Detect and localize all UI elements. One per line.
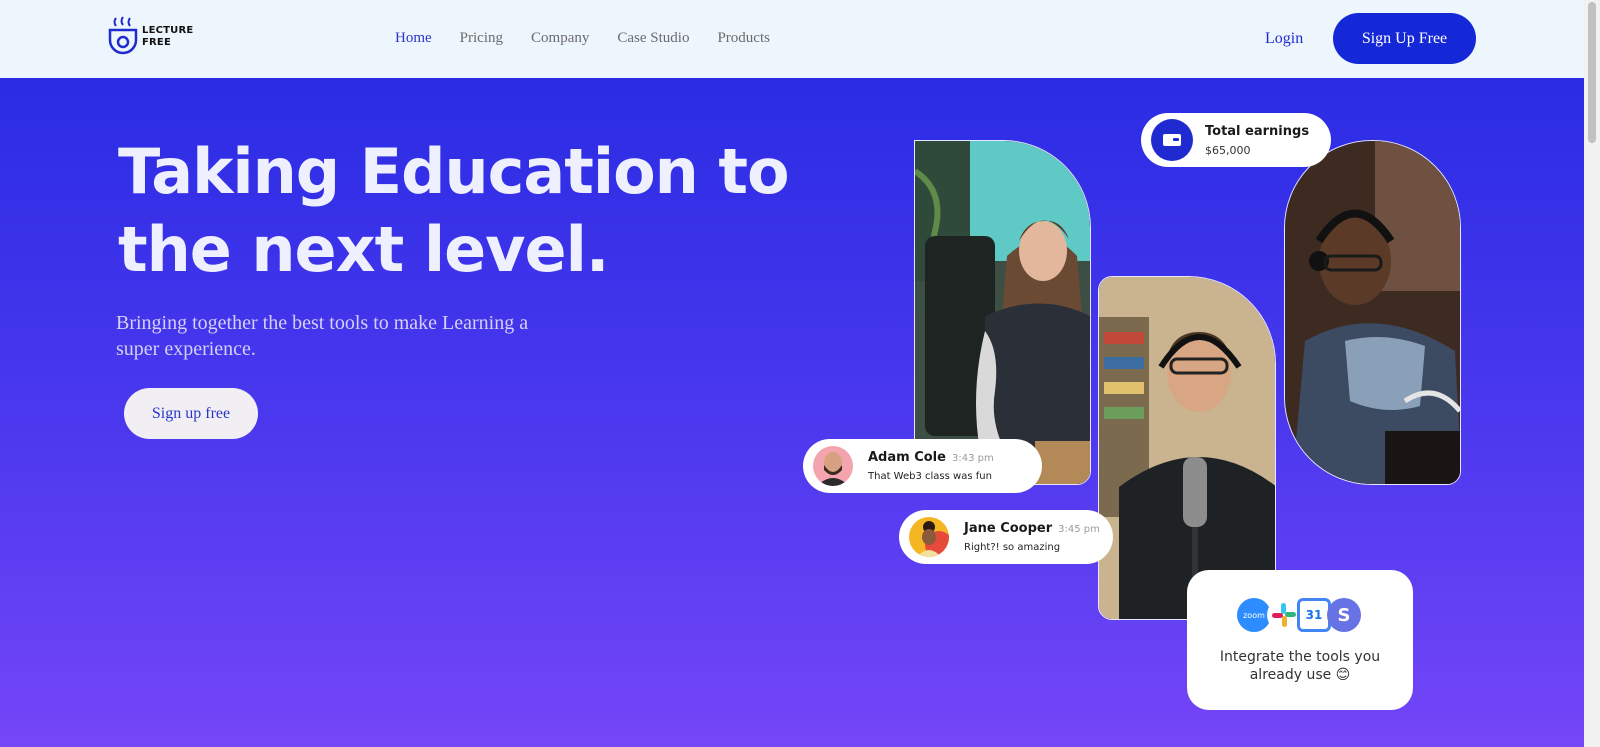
page-scrollbar[interactable] bbox=[1584, 0, 1600, 747]
photo-man-headphones bbox=[1284, 140, 1461, 485]
avatar-jane bbox=[909, 517, 949, 557]
tool-icons: zoom 31 S bbox=[1237, 598, 1361, 632]
nav-products[interactable]: Products bbox=[717, 30, 770, 47]
integrations-card: zoom 31 S Integrate the tools you alread… bbox=[1187, 570, 1413, 710]
chat-message: Jane Cooper 3:45 pm Right?! so amazing bbox=[899, 510, 1113, 564]
calendar-icon: 31 bbox=[1297, 598, 1331, 632]
logo[interactable]: LECTURE FREE bbox=[108, 16, 193, 58]
site-header: LECTURE FREE Home Pricing Company Case S… bbox=[0, 0, 1584, 78]
main-nav: Home Pricing Company Case Studio Product… bbox=[395, 30, 770, 47]
stripe-icon: S bbox=[1327, 598, 1361, 632]
earnings-title: Total earnings bbox=[1205, 123, 1310, 139]
nav-company[interactable]: Company bbox=[531, 30, 589, 47]
slack-icon bbox=[1267, 598, 1301, 632]
hero-subtitle: Bringing together the best tools to make… bbox=[116, 312, 529, 360]
hero-title: Taking Education to the next level. bbox=[118, 135, 790, 286]
zoom-icon: zoom bbox=[1237, 598, 1271, 632]
earnings-card: Total earnings $65,000 bbox=[1141, 113, 1331, 167]
chat-time: 3:43 pm bbox=[951, 453, 994, 464]
nav-pricing[interactable]: Pricing bbox=[460, 30, 503, 47]
nav-case-studio[interactable]: Case Studio bbox=[617, 30, 689, 47]
scrollbar-thumb[interactable] bbox=[1588, 2, 1596, 143]
chat-message: Adam Cole 3:43 pm That Web3 class was fu… bbox=[803, 439, 1042, 493]
chat-time: 3:45 pm bbox=[1058, 524, 1100, 535]
photo-man-microphone bbox=[1098, 276, 1276, 620]
logo-text: LECTURE FREE bbox=[142, 25, 193, 49]
wallet-icon bbox=[1151, 119, 1193, 161]
earnings-amount: $65,000 bbox=[1205, 143, 1251, 157]
logo-line-1: LECTURE bbox=[142, 25, 194, 36]
chat-text: That Web3 class was fun bbox=[868, 471, 992, 482]
login-link[interactable]: Login bbox=[1265, 30, 1303, 48]
integrations-text: Integrate the tools you already use 😊 bbox=[1219, 649, 1381, 683]
chat-name: Jane Cooper bbox=[964, 521, 1053, 536]
chat-text: Right?! so amazing bbox=[964, 542, 1061, 553]
logo-icon bbox=[108, 16, 138, 55]
chat-name: Adam Cole bbox=[868, 450, 946, 465]
signup-button[interactable]: Sign Up Free bbox=[1333, 13, 1476, 64]
logo-line-2: FREE bbox=[142, 37, 171, 48]
hero-signup-button[interactable]: Sign up free bbox=[124, 388, 258, 439]
photo-woman bbox=[914, 140, 1091, 485]
avatar-adam bbox=[813, 446, 853, 486]
nav-home[interactable]: Home bbox=[395, 30, 432, 47]
